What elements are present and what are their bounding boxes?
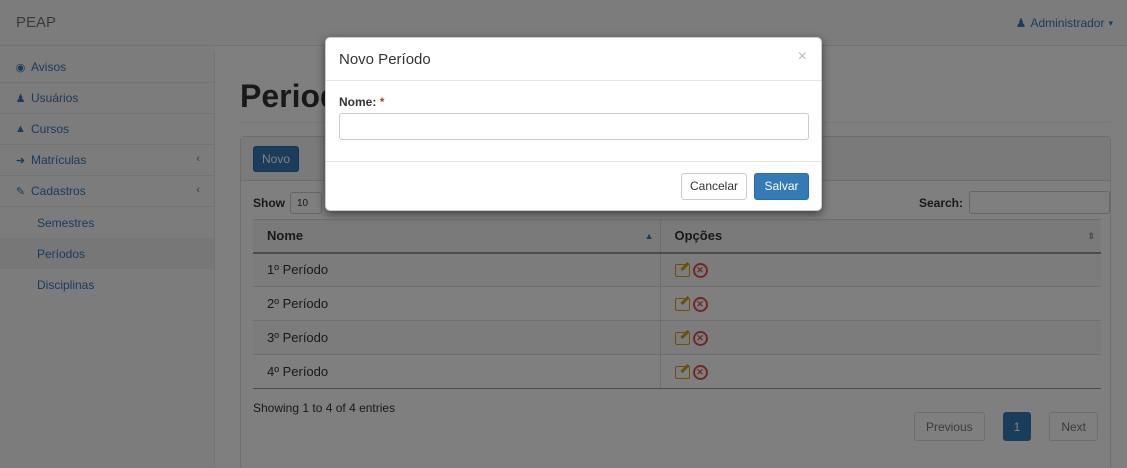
cancel-button[interactable]: Cancelar xyxy=(681,173,747,200)
close-icon[interactable]: × xyxy=(798,48,807,66)
modal-body: Nome: * xyxy=(326,81,821,161)
modal-footer: Cancelar Salvar xyxy=(326,161,821,211)
modal-header: Novo Período × xyxy=(326,38,821,81)
nome-input[interactable] xyxy=(339,113,809,140)
save-button[interactable]: Salvar xyxy=(754,173,809,200)
nome-field-label: Nome: * xyxy=(339,95,385,109)
required-mark: * xyxy=(379,95,385,109)
new-period-modal: Novo Período × Nome: * Cancelar Salvar xyxy=(325,37,822,211)
modal-title: Novo Período xyxy=(339,51,431,68)
